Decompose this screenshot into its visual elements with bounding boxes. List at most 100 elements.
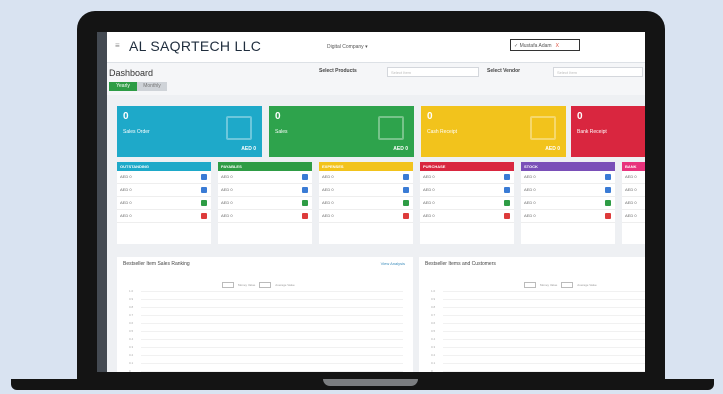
- account-label: Mustafa Adam: [519, 43, 552, 49]
- summary-row[interactable]: AED 0: [420, 184, 514, 197]
- kpi-value: 0: [577, 111, 583, 122]
- summary-row-label: AED 0: [524, 200, 536, 205]
- chart-link[interactable]: View Analysis: [381, 261, 405, 266]
- summary-row[interactable]: AED 0: [319, 171, 413, 184]
- brand-title: AL SAQRTECH LLC: [129, 38, 262, 54]
- summary-row[interactable]: AED 0: [319, 184, 413, 197]
- kpi-watermark-icon: [530, 116, 556, 140]
- chart-card: Bestseller Item Sales Ranking View Analys…: [117, 257, 413, 372]
- y-axis-tick-label: 0.2: [431, 353, 436, 357]
- summary-card-header: PAYABLES: [218, 162, 312, 171]
- legend-swatch: [222, 282, 234, 288]
- y-axis-tick-label: 0.4: [431, 337, 436, 341]
- summary-row[interactable]: AED 0: [521, 197, 615, 210]
- gridline: [141, 291, 403, 292]
- summary-row-label: AED 0: [524, 187, 536, 192]
- kpi-card[interactable]: 0 Sales Order AED 0: [117, 106, 262, 157]
- legend-label: Money Value: [540, 283, 558, 287]
- gridline: [443, 315, 645, 316]
- toggle-on-option[interactable]: Yearly: [109, 82, 137, 91]
- y-axis-tick-label: 0.2: [129, 353, 134, 357]
- summary-row[interactable]: AED 0: [521, 184, 615, 197]
- summary-row[interactable]: AED 0: [521, 171, 615, 184]
- summary-row[interactable]: AED 0: [420, 197, 514, 210]
- legend-label: Money Value: [238, 283, 256, 287]
- status-badge-icon: [302, 213, 308, 219]
- y-axis-tick-label: 0: [431, 369, 433, 372]
- sidebar-strip: [97, 32, 107, 372]
- summary-row-label: AED 0: [423, 174, 435, 179]
- period-toggle[interactable]: Yearly Monthly: [109, 82, 167, 91]
- summary-row[interactable]: AED 0: [622, 184, 645, 197]
- summary-row[interactable]: AED 0: [218, 197, 312, 210]
- account-button[interactable]: ✓ Mustafa Adam X: [510, 39, 580, 51]
- gridline: [443, 371, 645, 372]
- y-axis-tick-label: 0.6: [129, 321, 134, 325]
- summary-row[interactable]: AED 0: [521, 210, 615, 223]
- status-badge-icon: [302, 200, 308, 206]
- legend-label: Average Value: [577, 283, 597, 287]
- chart-card: Bestseller Items and Customers Money Valu…: [419, 257, 645, 372]
- y-axis-tick-label: 0.5: [129, 329, 134, 333]
- gridline: [443, 307, 645, 308]
- summary-row[interactable]: AED 0: [622, 171, 645, 184]
- summary-row[interactable]: AED 0: [319, 210, 413, 223]
- summary-row[interactable]: AED 0: [218, 171, 312, 184]
- summary-row[interactable]: AED 0: [420, 210, 514, 223]
- y-axis-tick-label: 0.1: [431, 361, 436, 365]
- status-badge-icon: [403, 200, 409, 206]
- summary-row[interactable]: AED 0: [218, 184, 312, 197]
- summary-card: STOCK AED 0 AED 0 AED 0 AED 0: [521, 162, 615, 244]
- y-axis-tick-label: 1.0: [431, 289, 436, 293]
- status-badge-icon: [504, 187, 510, 193]
- summary-row[interactable]: AED 0: [117, 184, 211, 197]
- status-badge-icon: [504, 174, 510, 180]
- summary-row[interactable]: AED 0: [420, 171, 514, 184]
- summary-row[interactable]: AED 0: [117, 171, 211, 184]
- summary-row[interactable]: AED 0: [622, 210, 645, 223]
- y-axis-tick-label: 1.0: [129, 289, 134, 293]
- gridline: [141, 371, 403, 372]
- summary-row[interactable]: AED 0: [319, 197, 413, 210]
- company-dropdown[interactable]: Digital Company ▾: [327, 44, 368, 50]
- y-axis-tick-label: 0.3: [431, 345, 436, 349]
- gridline: [141, 347, 403, 348]
- summary-row-label: AED 0: [322, 213, 334, 218]
- y-axis-tick-label: 0.5: [431, 329, 436, 333]
- summary-row-label: AED 0: [625, 187, 637, 192]
- close-icon[interactable]: X: [556, 43, 559, 49]
- status-badge-icon: [504, 200, 510, 206]
- kpi-card[interactable]: 0 Cash Receipt AED 0: [421, 106, 566, 157]
- summary-row-label: AED 0: [221, 200, 233, 205]
- gridline: [443, 347, 645, 348]
- kpi-value: 0: [275, 111, 281, 122]
- products-filter-select[interactable]: Select Item: [387, 67, 479, 77]
- summary-row-label: AED 0: [221, 174, 233, 179]
- y-axis-tick-label: 0.7: [431, 313, 436, 317]
- summary-row[interactable]: AED 0: [117, 197, 211, 210]
- summary-card-header: BANK: [622, 162, 645, 171]
- summary-row[interactable]: AED 0: [117, 210, 211, 223]
- summary-card: PURCHASE AED 0 AED 0 AED 0 AED 0: [420, 162, 514, 244]
- vendor-filter-select[interactable]: Select Item: [553, 67, 643, 77]
- y-axis-tick-label: 0.7: [129, 313, 134, 317]
- summary-row-label: AED 0: [322, 174, 334, 179]
- kpi-card[interactable]: 0 Bank Receipt: [571, 106, 645, 157]
- chart-title: Bestseller Item Sales Ranking: [123, 261, 190, 267]
- status-badge-icon: [302, 187, 308, 193]
- kpi-card[interactable]: 0 Sales AED 0: [269, 106, 414, 157]
- gridline: [141, 339, 403, 340]
- gridline: [443, 299, 645, 300]
- y-axis-tick-label: 0.8: [431, 305, 436, 309]
- hamburger-menu-icon[interactable]: ≡: [115, 41, 120, 50]
- y-axis-tick-label: 0.8: [129, 305, 134, 309]
- summary-row[interactable]: AED 0: [622, 197, 645, 210]
- summary-row-label: AED 0: [423, 187, 435, 192]
- summary-row[interactable]: AED 0: [218, 210, 312, 223]
- summary-row-label: AED 0: [120, 200, 132, 205]
- toggle-off-option[interactable]: Monthly: [137, 82, 167, 91]
- summary-card-header: PURCHASE: [420, 162, 514, 171]
- legend-swatch: [259, 282, 272, 288]
- y-axis-tick-label: 0.1: [129, 361, 134, 365]
- kpi-label: Cash Receipt: [427, 129, 458, 135]
